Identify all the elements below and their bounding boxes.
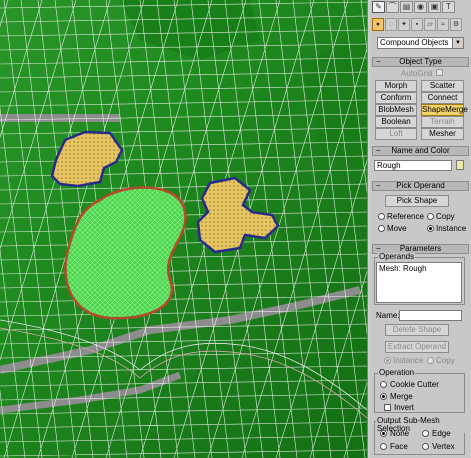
none-radio[interactable]: [380, 430, 387, 437]
edge-label: Edge: [432, 429, 451, 438]
extract-instance-radio[interactable]: [384, 357, 391, 364]
perspective-viewport[interactable]: [0, 0, 367, 458]
command-panel-tabs: ✎ ⌒ ▤ ◉ ▣ T: [370, 0, 471, 14]
pick-shape-button[interactable]: Pick Shape: [385, 195, 449, 207]
cameras-icon[interactable]: ▪: [411, 18, 423, 31]
category-tabs: ● ◌ ✦ ▪ ▱ ≈ ⚙: [370, 18, 471, 32]
pick-operand-title: Pick Operand: [396, 181, 445, 190]
modify-icon[interactable]: ⌒: [386, 1, 399, 13]
chevron-down-icon: ▼: [452, 38, 463, 48]
spacewarps-icon[interactable]: ≈: [437, 18, 449, 31]
motion-icon[interactable]: ◉: [414, 1, 427, 13]
none-label: None: [390, 429, 410, 438]
pick-operand-rollout-header[interactable]: − Pick Operand: [372, 181, 469, 191]
create-icon[interactable]: ✎: [372, 1, 385, 13]
operand-name-field[interactable]: [399, 310, 462, 321]
delete-shape-button[interactable]: Delete Shape: [385, 324, 449, 336]
display-icon[interactable]: ▣: [428, 1, 441, 13]
instance-radio[interactable]: [427, 225, 434, 232]
shapemerge-button[interactable]: ShapeMerge: [421, 104, 468, 116]
blobmesh-button[interactable]: BlobMesh: [375, 104, 417, 116]
object-color-swatch[interactable]: [456, 160, 464, 170]
autogrid-label: AutoGrid: [401, 69, 433, 78]
cookie-cutter-label: Cookie Cutter: [390, 380, 439, 389]
object-type-title: Object Type: [399, 57, 442, 66]
connect-button[interactable]: Connect: [421, 92, 464, 104]
list-item[interactable]: Mesh: Rough: [379, 264, 459, 273]
loft-button[interactable]: Loft: [375, 128, 417, 140]
terrain-scene: [0, 0, 367, 458]
category-dropdown[interactable]: Compound Objects ▼: [377, 37, 464, 49]
extract-operand-button[interactable]: Extract Operand: [385, 341, 449, 353]
scatter-button[interactable]: Scatter: [421, 80, 464, 92]
operands-list[interactable]: Mesh: Rough: [376, 262, 462, 303]
name-and-color-rollout-header[interactable]: − Name and Color: [372, 146, 469, 156]
morph-button[interactable]: Morph: [375, 80, 417, 92]
extract-instance-label: Instance: [393, 356, 424, 365]
mesher-button[interactable]: Mesher: [421, 128, 464, 140]
category-dropdown-value: Compound Objects: [380, 38, 449, 47]
copy-radio[interactable]: [427, 213, 434, 220]
collapse-icon: −: [376, 57, 381, 66]
invert-label: Invert: [394, 403, 415, 412]
collapse-icon: −: [376, 181, 381, 190]
cookie-cutter-radio[interactable]: [380, 381, 387, 388]
geometry-icon[interactable]: ●: [372, 18, 384, 31]
command-panel: ✎ ⌒ ▤ ◉ ▣ T ● ◌ ✦ ▪ ▱ ≈ ⚙ Compound Objec…: [370, 0, 471, 458]
shapes-icon[interactable]: ◌: [385, 18, 397, 31]
hierarchy-icon[interactable]: ▤: [400, 1, 413, 13]
merge-label: Merge: [390, 392, 413, 401]
face-label: Face: [390, 442, 408, 451]
collapse-icon: −: [376, 146, 381, 155]
conform-button[interactable]: Conform: [375, 92, 417, 104]
terrain-button[interactable]: Terrain: [421, 116, 464, 128]
operands-title: Operands: [378, 252, 416, 261]
reference-label: Reference: [387, 212, 424, 221]
object-name-field[interactable]: Rough: [374, 160, 452, 171]
instance-label: Instance: [436, 224, 467, 233]
operation-title: Operation: [378, 368, 416, 377]
edge-radio[interactable]: [422, 430, 429, 437]
move-label: Move: [387, 224, 407, 233]
vertex-label: Vertex: [432, 442, 455, 451]
operand-name-label: Name:: [376, 311, 400, 320]
extract-copy-label: Copy: [436, 356, 455, 365]
face-radio[interactable]: [380, 443, 387, 450]
copy-label: Copy: [436, 212, 455, 221]
reference-radio[interactable]: [378, 213, 385, 220]
autogrid-checkbox[interactable]: [436, 69, 443, 76]
boolean-button[interactable]: Boolean: [375, 116, 417, 128]
invert-checkbox[interactable]: [384, 404, 391, 411]
move-radio[interactable]: [378, 225, 385, 232]
lights-icon[interactable]: ✦: [398, 18, 410, 31]
helpers-icon[interactable]: ▱: [424, 18, 436, 31]
systems-icon[interactable]: ⚙: [450, 18, 462, 31]
utilities-icon[interactable]: T: [442, 1, 455, 13]
merge-radio[interactable]: [380, 393, 387, 400]
name-and-color-title: Name and Color: [391, 146, 450, 155]
object-type-rollout-header[interactable]: − Object Type: [372, 57, 469, 67]
vertex-radio[interactable]: [422, 443, 429, 450]
extract-copy-radio[interactable]: [427, 357, 434, 364]
